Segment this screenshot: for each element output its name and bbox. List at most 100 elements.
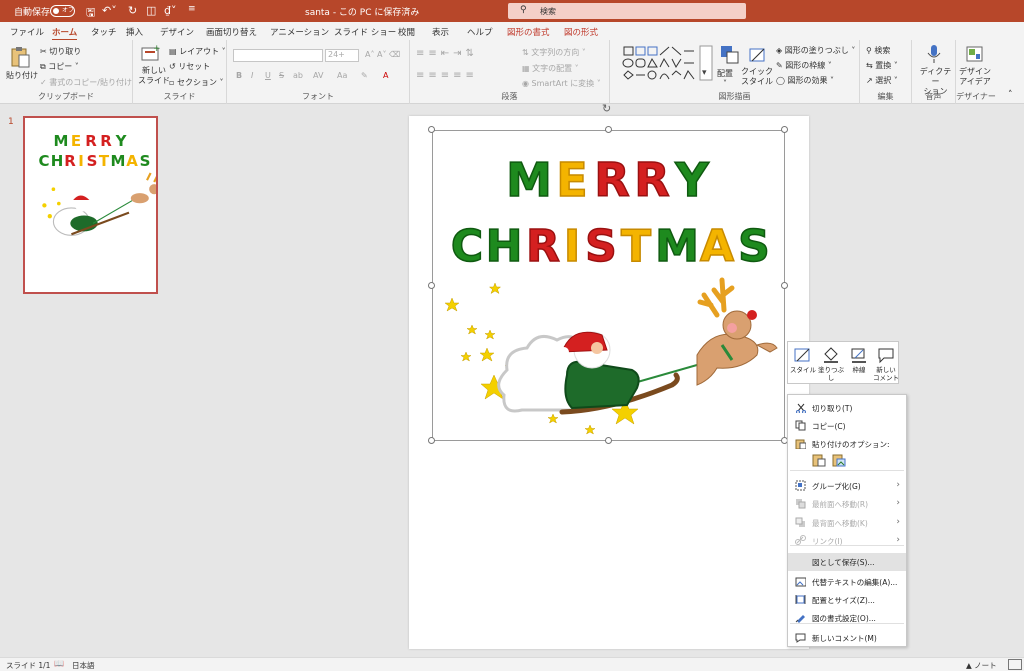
- tab-insert[interactable]: 挿入: [126, 26, 143, 38]
- tab-home[interactable]: ホーム: [52, 26, 78, 41]
- tab-slideshow[interactable]: スライド ショー: [334, 26, 396, 38]
- context-menu-item[interactable]: リンク(I) ›: [788, 532, 906, 550]
- spellcheck-icon[interactable]: 📖: [54, 659, 64, 668]
- font-size-dropdown[interactable]: 24+: [325, 49, 359, 62]
- group-icon: [795, 480, 806, 491]
- customize-icon[interactable]: ₫˅: [164, 4, 177, 17]
- quick-styles-button[interactable]: クイック スタイル: [741, 67, 773, 87]
- copy-button[interactable]: ⧉ コピー ˅: [40, 61, 79, 72]
- font-name-dropdown[interactable]: [233, 49, 323, 62]
- select-button[interactable]: ↗ 選択 ˅: [866, 75, 898, 86]
- style-button[interactable]: スタイル: [790, 344, 816, 384]
- strike-button[interactable]: S: [279, 71, 284, 80]
- context-menu-item[interactable]: 新しいコメント(M): [788, 629, 906, 647]
- new-slide-button[interactable]: 新しい スライド: [138, 66, 170, 86]
- size-icon: [795, 595, 806, 604]
- autosave-toggle[interactable]: オフ: [50, 5, 75, 17]
- paste-as-picture-icon[interactable]: [832, 453, 846, 467]
- shapes-gallery[interactable]: ▾: [622, 45, 714, 83]
- context-menu-item[interactable]: 図の書式設定(O)...: [788, 609, 906, 627]
- context-menu-item-label: 代替テキストの編集(A)...: [812, 578, 898, 587]
- tab-help[interactable]: ヘルプ: [467, 26, 493, 38]
- qat-more-icon[interactable]: ≡: [188, 4, 196, 14]
- bold-button[interactable]: B: [236, 71, 242, 80]
- context-menu-item[interactable]: 切り取り(T): [788, 399, 906, 417]
- layout-button[interactable]: ▤ レイアウト ˅: [169, 46, 226, 57]
- align-icons[interactable]: ≡≡≡≡≡: [416, 70, 478, 81]
- notes-button[interactable]: ▲ ノート: [966, 660, 997, 671]
- context-menu-item[interactable]: 配置とサイズ(Z)...: [788, 591, 906, 609]
- resize-handle[interactable]: [781, 282, 788, 289]
- redo-icon[interactable]: ↻: [128, 4, 137, 17]
- case-button[interactable]: Aa: [337, 71, 347, 80]
- resize-handle[interactable]: [428, 437, 435, 444]
- collapse-ribbon-icon[interactable]: ˄: [1008, 90, 1013, 100]
- spacing-button[interactable]: AV: [313, 71, 323, 80]
- text-direction-icon: ⇅: [522, 48, 532, 57]
- tab-view[interactable]: 表示: [432, 26, 449, 38]
- resize-handle[interactable]: [605, 126, 612, 133]
- tab-touch[interactable]: タッチ: [91, 26, 117, 38]
- document-title[interactable]: santa - この PC に保存済み: [305, 5, 419, 18]
- section-button[interactable]: ▫ セクション ˅: [169, 77, 224, 88]
- outline-button[interactable]: 枠線: [846, 344, 872, 384]
- format-painter-button[interactable]: ✓ 書式のコピー/貼り付け: [40, 77, 132, 88]
- tab-review[interactable]: 校閲: [398, 26, 415, 38]
- context-menu-item[interactable]: 最前面へ移動(R) ›: [788, 495, 906, 513]
- replace-button[interactable]: ⇆ 置換 ˅: [866, 60, 898, 71]
- context-menu-item[interactable]: 最背面へ移動(K) ›: [788, 514, 906, 532]
- paste-icon[interactable]: [10, 46, 30, 68]
- shape-effects-button[interactable]: ◯ 図形の効果 ˅: [776, 75, 834, 86]
- shape-fill-button[interactable]: ◈ 図形の塗りつぶし ˅: [776, 45, 855, 56]
- tab-transitions[interactable]: 画面切り替え: [206, 26, 257, 38]
- rotate-handle-icon[interactable]: ↻: [602, 102, 611, 115]
- align-text-button[interactable]: ▦ 文字の配置 ˅: [522, 63, 579, 74]
- italic-button[interactable]: I: [251, 71, 253, 80]
- shape-outline-button[interactable]: ✎ 図形の枠線 ˅: [776, 60, 832, 71]
- smartart-button[interactable]: ◉ SmartArt に変換 ˅: [522, 78, 601, 89]
- arrange-button[interactable]: 配置 ˅: [717, 68, 733, 88]
- microphone-icon[interactable]: [926, 44, 942, 64]
- fill-button[interactable]: 塗りつぶし: [818, 344, 844, 384]
- resize-handle[interactable]: [605, 437, 612, 444]
- text-direction-button[interactable]: ⇅ 文字列の方向 ˅: [522, 47, 586, 58]
- quick-styles-icon[interactable]: [748, 45, 768, 65]
- font-color-button[interactable]: A: [383, 71, 388, 80]
- highlight-icon[interactable]: ✎: [361, 71, 368, 80]
- grow-font-icon[interactable]: A˄ A˅ ⌫: [365, 50, 400, 59]
- undo-icon[interactable]: ↶˅: [102, 4, 117, 17]
- context-menu-item[interactable]: 図として保存(S)...: [788, 553, 906, 571]
- present-icon[interactable]: ◫: [146, 4, 156, 17]
- underline-button[interactable]: U: [265, 71, 271, 80]
- search-box[interactable]: ⚲ 検索: [508, 3, 746, 19]
- context-menu-item[interactable]: 貼り付けのオプション:: [788, 435, 906, 453]
- tab-picture-format[interactable]: 図の形式: [564, 26, 598, 38]
- save-icon[interactable]: 🖫: [86, 4, 95, 23]
- new-slide-icon[interactable]: +: [141, 45, 161, 63]
- context-menu-item[interactable]: 代替テキストの編集(A)...: [788, 573, 906, 591]
- resize-handle[interactable]: [428, 126, 435, 133]
- reset-button[interactable]: ↺ リセット: [169, 61, 210, 72]
- resize-handle[interactable]: [781, 126, 788, 133]
- tab-animations[interactable]: アニメーション: [270, 26, 329, 38]
- design-ideas-icon[interactable]: [966, 44, 984, 64]
- new-comment-button[interactable]: 新しい コメント: [873, 344, 899, 384]
- list-icons[interactable]: ≡≡⇤⇥⇅: [416, 48, 478, 59]
- arrange-icon[interactable]: [720, 45, 740, 65]
- tab-design[interactable]: デザイン: [160, 26, 194, 38]
- shadow-button[interactable]: ab: [293, 71, 303, 80]
- outline-icon: [851, 348, 866, 363]
- normal-view-icon[interactable]: [1008, 659, 1022, 670]
- slide-thumbnail[interactable]: M E R R Y C H R I S T M A S: [23, 116, 158, 294]
- cut-button[interactable]: ✂ 切り取り: [40, 46, 81, 57]
- resize-handle[interactable]: [428, 282, 435, 289]
- paste-keep-format-icon[interactable]: [812, 453, 826, 467]
- tab-file[interactable]: ファイル: [10, 26, 44, 38]
- tab-shape-format[interactable]: 図形の書式: [507, 26, 550, 38]
- context-menu-item[interactable]: グループ化(G) ›: [788, 477, 906, 495]
- language-status[interactable]: 日本語: [72, 660, 95, 671]
- design-ideas-button[interactable]: デザイン アイデア: [959, 67, 991, 87]
- context-menu-item[interactable]: コピー(C): [788, 417, 906, 435]
- find-button[interactable]: ⚲ 検索: [866, 45, 890, 56]
- paste-button[interactable]: 貼り付け: [6, 70, 38, 81]
